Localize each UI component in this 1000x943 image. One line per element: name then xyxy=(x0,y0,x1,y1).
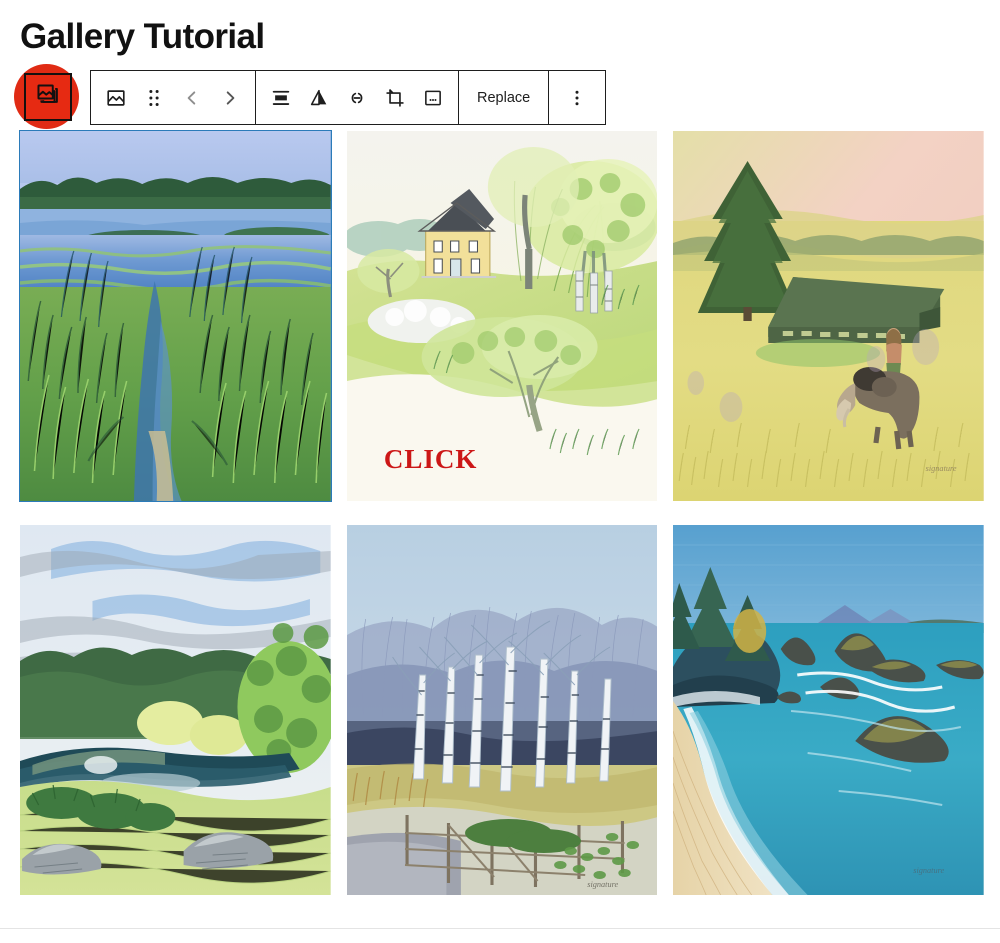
gallery-image-5[interactable]: signature xyxy=(346,525,658,895)
gallery-block-type-button[interactable] xyxy=(24,73,72,121)
drag-dots-icon xyxy=(145,88,163,108)
gallery-grid: CLICK signature signature signature xyxy=(19,130,984,895)
coastal-beach-illustration: signature xyxy=(673,525,984,895)
winter-birches-illustration: signature xyxy=(346,525,658,895)
click-overlay-text: CLICK xyxy=(383,444,478,475)
image-icon xyxy=(105,87,127,109)
more-options-button[interactable] xyxy=(555,71,599,124)
caption-button[interactable] xyxy=(414,71,452,124)
image-block-icon-button[interactable] xyxy=(97,71,135,124)
crop-icon xyxy=(384,87,406,109)
toolbar-group-options xyxy=(549,71,605,124)
toolbar-group-replace: Replace xyxy=(459,71,550,124)
toolbar-group-format-controls xyxy=(256,71,459,124)
caption-icon xyxy=(422,87,444,109)
marsh-lake-illustration xyxy=(20,131,331,501)
gallery-image-3-figure: signature xyxy=(673,131,984,501)
gallery-tutorial-page: Gallery Tutorial Replace CLICK signature… xyxy=(0,0,1000,943)
chevron-left-icon xyxy=(183,89,201,107)
duotone-triangle-icon xyxy=(308,87,330,109)
replace-button[interactable]: Replace xyxy=(459,71,548,124)
gallery-image-6-figure: signature xyxy=(673,525,984,895)
chevron-right-icon xyxy=(221,89,239,107)
gallery-image-2[interactable]: CLICK xyxy=(346,131,658,501)
move-left-button[interactable] xyxy=(173,71,211,124)
align-button[interactable] xyxy=(262,71,300,124)
page-title: Gallery Tutorial xyxy=(20,17,265,56)
gallery-image-6[interactable]: signature xyxy=(673,525,984,895)
toolbar-group-block-controls xyxy=(91,71,256,124)
gallery-image-3[interactable]: signature xyxy=(673,131,984,501)
svg-text:signature: signature xyxy=(587,880,618,889)
gallery-image-4-figure xyxy=(20,525,331,895)
gallery-image-4[interactable] xyxy=(20,525,331,895)
vertical-dots-icon xyxy=(567,88,587,108)
link-button[interactable] xyxy=(338,71,376,124)
gallery-image-5-figure: signature xyxy=(346,525,658,895)
field-barn-dog-illustration: signature xyxy=(673,131,984,501)
align-icon xyxy=(270,87,292,109)
footer-divider xyxy=(0,928,1000,929)
gallery-image-1[interactable] xyxy=(19,130,332,502)
link-icon xyxy=(346,87,368,109)
pond-boulders-illustration xyxy=(20,525,331,895)
crop-button[interactable] xyxy=(376,71,414,124)
drag-handle-button[interactable] xyxy=(135,71,173,124)
move-right-button[interactable] xyxy=(211,71,249,124)
svg-text:signature: signature xyxy=(926,464,957,473)
block-toolbar: Replace xyxy=(90,70,607,125)
gallery-icon xyxy=(35,82,61,113)
gallery-image-1-figure xyxy=(20,131,331,501)
svg-text:signature: signature xyxy=(914,866,945,875)
duotone-button[interactable] xyxy=(300,71,338,124)
